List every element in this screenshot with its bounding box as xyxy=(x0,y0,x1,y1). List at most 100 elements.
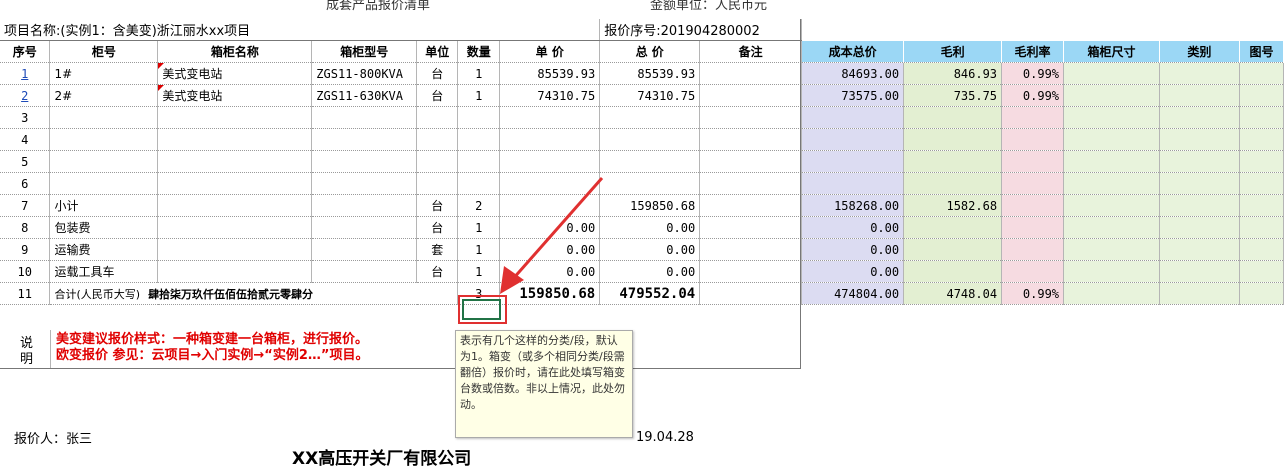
category[interactable] xyxy=(1159,62,1240,85)
row-number[interactable]: 10 xyxy=(0,260,51,283)
profit-rate[interactable] xyxy=(1001,172,1065,195)
cabinet-model[interactable] xyxy=(311,128,418,151)
category[interactable] xyxy=(1159,128,1240,151)
drawing-no[interactable] xyxy=(1239,172,1284,195)
cabinet-model[interactable] xyxy=(311,150,418,173)
cost-total[interactable]: 474804.00 xyxy=(801,282,905,305)
profit-rate[interactable] xyxy=(1001,128,1065,151)
cost-total[interactable]: 158268.00 xyxy=(801,194,905,217)
cabinet-model[interactable] xyxy=(311,238,418,261)
remark[interactable] xyxy=(699,194,803,217)
cabinet-no[interactable]: 2# xyxy=(49,84,159,107)
gross-profit[interactable]: 846.93 xyxy=(903,62,1003,85)
col-header-7[interactable]: 总 价 xyxy=(599,40,701,63)
cabinet-size[interactable] xyxy=(1063,216,1160,239)
category[interactable] xyxy=(1159,172,1240,195)
row-number[interactable]: 5 xyxy=(0,150,51,173)
cabinet-name[interactable]: 美式变电站 xyxy=(157,84,313,107)
col-header-11[interactable]: 毛利率 xyxy=(1001,40,1065,63)
profit-rate[interactable] xyxy=(1001,106,1065,129)
total-label[interactable]: 合计(人民币大写) 肆拾柒万玖仟伍佰伍拾贰元零肆分 xyxy=(49,282,459,305)
cost-total[interactable]: 84693.00 xyxy=(801,62,905,85)
col-header-9[interactable]: 成本总价 xyxy=(801,40,905,63)
remark[interactable] xyxy=(699,84,803,107)
cabinet-size[interactable] xyxy=(1063,282,1160,305)
unit[interactable]: 套 xyxy=(416,238,459,261)
cabinet-size[interactable] xyxy=(1063,128,1160,151)
unit[interactable] xyxy=(416,128,459,151)
cabinet-model[interactable] xyxy=(311,106,418,129)
col-header-3[interactable]: 箱柜型号 xyxy=(311,40,418,63)
cabinet-size[interactable] xyxy=(1063,238,1160,261)
remark[interactable] xyxy=(699,128,803,151)
cabinet-name[interactable]: 美式变电站 xyxy=(157,62,313,85)
category[interactable] xyxy=(1159,84,1240,107)
profit-rate[interactable]: 0.99% xyxy=(1001,84,1065,107)
cabinet-no[interactable]: 运输费 xyxy=(49,238,159,261)
drawing-no[interactable] xyxy=(1239,106,1284,129)
gross-profit[interactable] xyxy=(903,106,1003,129)
col-header-12[interactable]: 箱柜尺寸 xyxy=(1063,40,1160,63)
row-number-text[interactable]: 1 xyxy=(21,67,28,81)
quantity[interactable] xyxy=(457,106,501,129)
category[interactable] xyxy=(1159,260,1240,283)
category[interactable] xyxy=(1159,106,1240,129)
cabinet-no[interactable]: 小计 xyxy=(49,194,159,217)
category[interactable] xyxy=(1159,150,1240,173)
row-number[interactable]: 7 xyxy=(0,194,51,217)
cost-total[interactable]: 0.00 xyxy=(801,238,905,261)
drawing-no[interactable] xyxy=(1239,150,1284,173)
category[interactable] xyxy=(1159,282,1240,305)
unit-price[interactable] xyxy=(499,128,601,151)
cabinet-name[interactable] xyxy=(157,106,313,129)
drawing-no[interactable] xyxy=(1239,260,1284,283)
cabinet-no[interactable] xyxy=(49,106,159,129)
gross-profit[interactable] xyxy=(903,150,1003,173)
cost-total[interactable] xyxy=(801,106,905,129)
drawing-no[interactable] xyxy=(1239,238,1284,261)
gross-profit[interactable] xyxy=(903,216,1003,239)
row-number[interactable]: 2 xyxy=(0,84,51,107)
row-number[interactable]: 11 xyxy=(0,282,51,305)
cabinet-size[interactable] xyxy=(1063,150,1160,173)
unit[interactable]: 台 xyxy=(416,84,459,107)
gross-profit[interactable]: 735.75 xyxy=(903,84,1003,107)
cost-total[interactable]: 0.00 xyxy=(801,260,905,283)
col-header-4[interactable]: 单位 xyxy=(416,40,459,63)
remark[interactable] xyxy=(699,172,803,195)
quantity[interactable] xyxy=(457,128,501,151)
remark[interactable] xyxy=(699,216,803,239)
total-price[interactable]: 0.00 xyxy=(599,260,701,283)
cabinet-name[interactable] xyxy=(157,172,313,195)
unit[interactable] xyxy=(416,150,459,173)
remark[interactable] xyxy=(699,150,803,173)
total-price[interactable]: 85539.93 xyxy=(599,62,701,85)
unit[interactable] xyxy=(416,106,459,129)
row-number[interactable]: 3 xyxy=(0,106,51,129)
profit-rate[interactable] xyxy=(1001,260,1065,283)
cabinet-size[interactable] xyxy=(1063,260,1160,283)
col-header-2[interactable]: 箱柜名称 xyxy=(157,40,313,63)
cabinet-name[interactable] xyxy=(157,216,313,239)
unit[interactable]: 台 xyxy=(416,260,459,283)
category[interactable] xyxy=(1159,216,1240,239)
cabinet-no[interactable]: 包装费 xyxy=(49,216,159,239)
col-header-14[interactable]: 图号 xyxy=(1239,40,1284,63)
cost-total[interactable] xyxy=(801,172,905,195)
cabinet-size[interactable] xyxy=(1063,172,1160,195)
row-number[interactable]: 1 xyxy=(0,62,51,85)
cabinet-name[interactable] xyxy=(157,194,313,217)
cabinet-no[interactable] xyxy=(49,172,159,195)
cabinet-model[interactable] xyxy=(311,216,418,239)
category[interactable] xyxy=(1159,194,1240,217)
cabinet-no[interactable] xyxy=(49,150,159,173)
quantity[interactable]: 1 xyxy=(457,62,501,85)
profit-rate[interactable]: 0.99% xyxy=(1001,62,1065,85)
cabinet-model[interactable]: ZGS11-630KVA xyxy=(311,84,418,107)
remark[interactable] xyxy=(699,282,803,305)
cabinet-no[interactable]: 运载工具车 xyxy=(49,260,159,283)
unit[interactable] xyxy=(416,172,459,195)
row-number[interactable]: 4 xyxy=(0,128,51,151)
cabinet-no[interactable]: 1# xyxy=(49,62,159,85)
category[interactable] xyxy=(1159,238,1240,261)
